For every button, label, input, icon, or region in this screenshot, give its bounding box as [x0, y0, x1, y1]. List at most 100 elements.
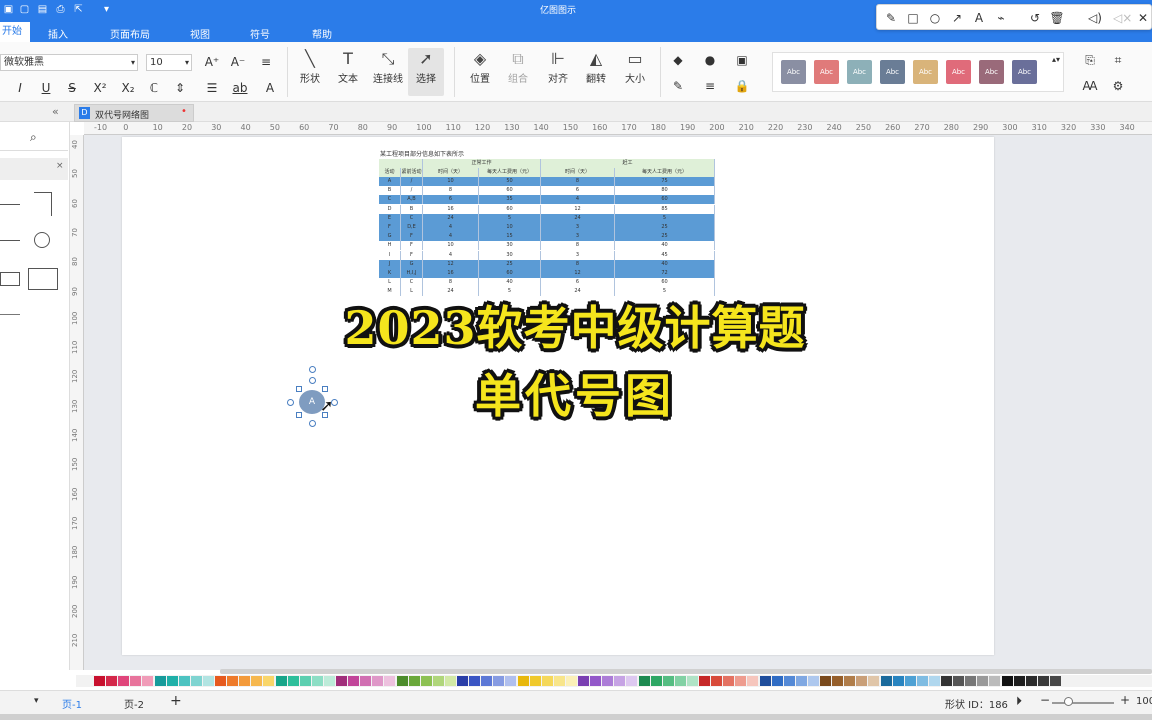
style-swatch[interactable]: Abc	[946, 60, 971, 84]
palette-color-swatch[interactable]	[142, 676, 154, 686]
palette-color-swatch[interactable]	[323, 676, 335, 686]
subscript-icon[interactable]: X₂	[120, 80, 136, 96]
export-icon[interactable]: ⇱	[72, 3, 85, 16]
group-tool[interactable]: ⧉ 组合	[500, 48, 536, 85]
palette-color-swatch[interactable]	[420, 676, 432, 686]
menu-view[interactable]: 视图	[190, 26, 210, 41]
quick-access-dropdown-icon[interactable]: ▾	[100, 3, 113, 16]
save-icon[interactable]: ▤	[36, 3, 49, 16]
activity-table-image[interactable]: 某工程项目部分信息如下表所示 正常工作 赶工 活动 紧前活动 时间（天） 每天人工费用（元…	[350, 137, 745, 307]
menu-page-layout[interactable]: 页面布局	[110, 26, 150, 41]
lock-icon[interactable]: 🔒	[734, 78, 750, 94]
symbol-arrow[interactable]	[0, 240, 20, 241]
menu-home[interactable]: 开始	[0, 22, 30, 42]
palette-color-swatch[interactable]	[251, 676, 263, 686]
palette-color-swatch[interactable]	[565, 676, 577, 686]
shape-tool[interactable]: ╲ 形状	[292, 48, 328, 85]
horizontal-scrollbar[interactable]	[220, 669, 1152, 674]
palette-color-swatch[interactable]	[977, 676, 989, 686]
style-swatch[interactable]: Abc	[814, 60, 839, 84]
connection-point[interactable]	[287, 399, 294, 406]
palette-color-swatch[interactable]	[662, 676, 674, 686]
palette-color-swatch[interactable]	[227, 676, 239, 686]
connector-tool[interactable]: ⤡ 连接线	[370, 48, 406, 85]
size-tool[interactable]: ▭ 大小	[617, 48, 653, 85]
palette-color-swatch[interactable]	[505, 676, 517, 686]
print-icon[interactable]: ⎙	[54, 3, 67, 16]
page-tab-2[interactable]: 页-2	[124, 696, 144, 711]
select-tool[interactable]: ➚ 选择	[408, 48, 444, 96]
font-size-select[interactable]: 10 ▾	[146, 54, 192, 71]
palette-color-swatch[interactable]	[299, 676, 311, 686]
line-spacing-icon[interactable]: ⇕	[172, 80, 188, 96]
palette-color-swatch[interactable]	[856, 676, 868, 686]
add-page-icon[interactable]: +	[170, 693, 182, 709]
palette-color-swatch[interactable]	[820, 676, 831, 686]
symbol-table[interactable]	[0, 272, 20, 286]
italic-icon[interactable]: I	[12, 80, 28, 96]
palette-color-swatch[interactable]	[408, 676, 420, 686]
palette-color-swatch[interactable]	[190, 676, 202, 686]
palette-color-swatch[interactable]	[1037, 676, 1049, 686]
page-tab-1[interactable]: 页-1	[62, 696, 82, 711]
palette-color-swatch[interactable]	[674, 676, 686, 686]
undo-icon[interactable]: ↺	[1027, 10, 1043, 26]
palette-color-swatch[interactable]	[202, 676, 214, 686]
style-swatch[interactable]: Abc	[1012, 60, 1037, 84]
palette-color-swatch[interactable]	[553, 676, 565, 686]
page-menu-icon[interactable]: ▾	[34, 696, 39, 706]
palette-color-swatch[interactable]	[928, 676, 940, 686]
style-swatch[interactable]: Abc	[781, 60, 806, 84]
symbol-line[interactable]	[0, 204, 20, 205]
decrease-font-icon[interactable]: A⁻	[230, 54, 246, 70]
search-icon[interactable]: ⌕	[30, 130, 37, 145]
new-file-icon[interactable]: ▢	[18, 3, 31, 16]
position-tool[interactable]: ◈ 位置	[462, 48, 498, 85]
fill-icon[interactable]: ◆	[670, 52, 686, 68]
zoom-slider-thumb[interactable]	[1064, 697, 1073, 706]
collapse-panel-icon[interactable]: «	[52, 105, 59, 118]
rectangle-icon[interactable]: □	[905, 10, 921, 26]
palette-color-swatch[interactable]	[432, 676, 444, 686]
gallery-scroll-icon[interactable]: ▴▾	[1052, 55, 1060, 64]
palette-color-swatch[interactable]	[844, 676, 856, 686]
palette-color-swatch[interactable]	[1025, 676, 1037, 686]
palette-color-swatch[interactable]	[94, 676, 105, 686]
palette-color-swatch[interactable]	[541, 676, 553, 686]
palette-color-swatch[interactable]	[239, 676, 251, 686]
palette-color-swatch[interactable]	[287, 676, 299, 686]
superscript-icon[interactable]: X²	[92, 80, 108, 96]
menu-symbols[interactable]: 符号	[250, 26, 270, 41]
underline-icon[interactable]: U	[38, 80, 54, 96]
zoom-out-icon[interactable]: −	[1040, 693, 1050, 707]
shadow-icon[interactable]: ●	[702, 52, 718, 68]
more-tools-icon[interactable]: ⚙	[1110, 78, 1126, 94]
palette-color-swatch[interactable]	[444, 676, 456, 686]
palette-color-swatch[interactable]	[892, 676, 904, 686]
palette-color-swatch[interactable]	[481, 676, 493, 686]
arrow-icon[interactable]: ↗	[949, 10, 965, 26]
palette-color-swatch[interactable]	[638, 676, 650, 686]
palette-color-swatch[interactable]	[493, 676, 505, 686]
symbol-bracket[interactable]	[34, 192, 52, 216]
palette-color-swatch[interactable]	[372, 676, 384, 686]
palette-color-swatch[interactable]	[178, 676, 190, 686]
palette-color-swatch[interactable]	[614, 676, 626, 686]
palette-color-swatch[interactable]	[396, 676, 408, 686]
palette-color-swatch[interactable]	[602, 676, 614, 686]
text-style-icon[interactable]: A	[262, 80, 278, 96]
font-color-icon[interactable]: ℂ	[146, 80, 162, 96]
style-swatch[interactable]: Abc	[913, 60, 938, 84]
bullet-list-icon[interactable]: ☰	[204, 80, 220, 96]
palette-color-swatch[interactable]	[989, 676, 1001, 686]
style-swatch[interactable]: Abc	[880, 60, 905, 84]
increase-font-icon[interactable]: A⁺	[204, 54, 220, 70]
palette-color-swatch[interactable]	[360, 676, 372, 686]
palette-color-swatch[interactable]	[1013, 676, 1025, 686]
flip-tool[interactable]: ◭ 翻转	[578, 48, 614, 85]
style-swatch[interactable]: Abc	[847, 60, 872, 84]
palette-color-swatch[interactable]	[735, 676, 747, 686]
symbol-dash[interactable]	[0, 314, 20, 315]
pen-icon[interactable]: ✎	[883, 10, 899, 26]
align-tool[interactable]: ⊩ 对齐	[540, 48, 576, 85]
